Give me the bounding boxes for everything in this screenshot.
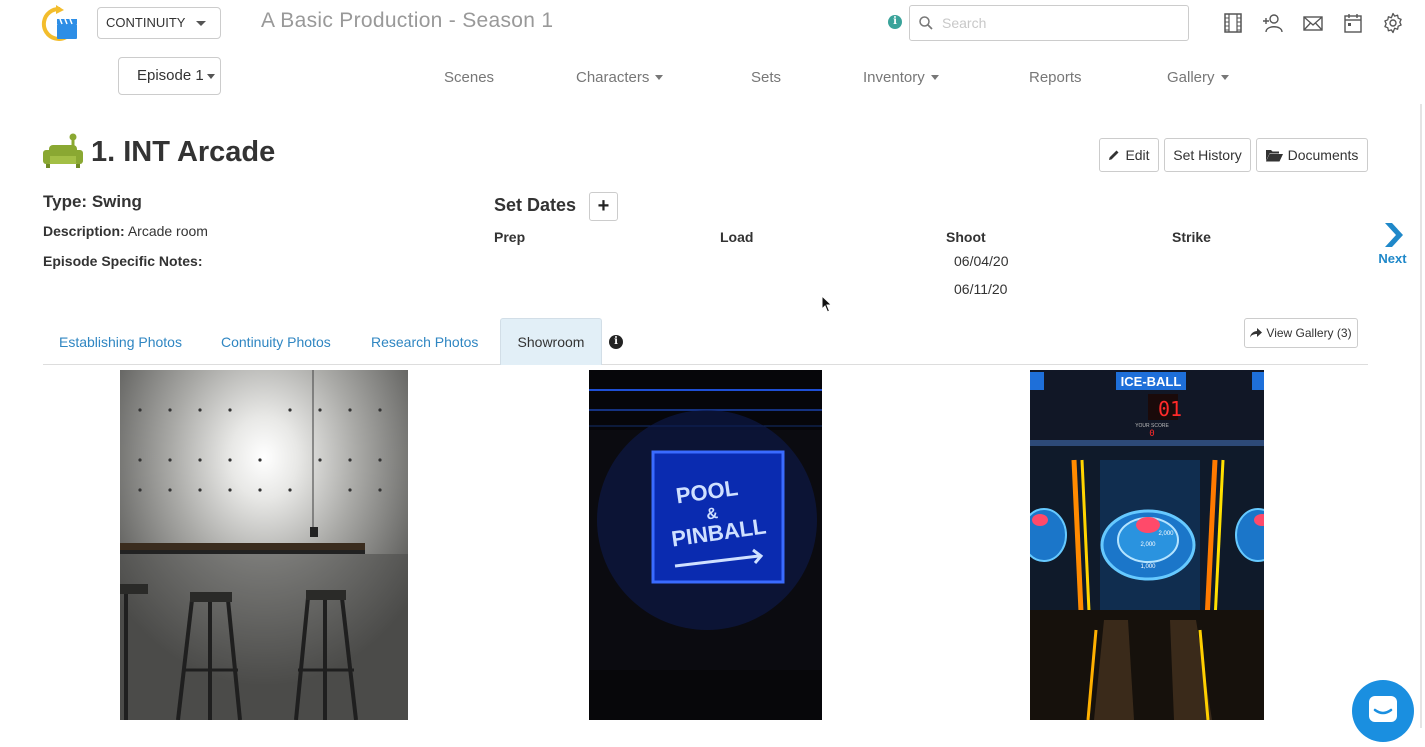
chevron-down-icon: [655, 75, 664, 80]
ring-label: 1,000: [1140, 564, 1156, 570]
tab-research-photos[interactable]: Research Photos: [371, 334, 478, 350]
search-box[interactable]: [909, 5, 1189, 41]
search-input[interactable]: [940, 10, 1180, 36]
app-module-label: CONTINUITY: [106, 15, 186, 30]
set-history-label: Set History: [1173, 147, 1242, 163]
set-dates-heading: Set Dates: [494, 195, 577, 215]
info-icon[interactable]: i: [888, 15, 902, 29]
chevron-down-icon: [196, 21, 206, 26]
episode-notes-label: Episode Specific Notes:: [43, 253, 203, 269]
shoot-date: 06/11/20: [954, 281, 1008, 297]
type-value: Swing: [91, 192, 142, 211]
chevron-right-icon: [1385, 223, 1403, 247]
calendar-icon[interactable]: [1342, 12, 1364, 34]
production-title[interactable]: A Basic Production - Season 1: [261, 9, 553, 33]
chat-support-button[interactable]: [1352, 680, 1414, 742]
couch-icon: [43, 132, 83, 170]
nav-sets[interactable]: Sets: [751, 69, 781, 86]
ring-label: 2,000: [1140, 542, 1156, 548]
chevron-down-icon: [930, 75, 939, 80]
scrollbar[interactable]: [1420, 104, 1422, 728]
app-logo[interactable]: [40, 5, 80, 41]
share-arrow-icon: [1250, 328, 1263, 338]
view-gallery-button[interactable]: View Gallery (3): [1244, 318, 1358, 348]
mouse-cursor-icon: [821, 294, 833, 318]
chat-icon: [1369, 696, 1397, 722]
add-user-icon[interactable]: [1262, 12, 1284, 34]
info-icon[interactable]: i: [609, 335, 623, 349]
nav-gallery[interactable]: Gallery: [1167, 69, 1229, 86]
ice-ball-sign-text: ICE-BALL: [1121, 374, 1182, 389]
documents-label: Documents: [1287, 147, 1359, 163]
next-label: Next: [1378, 251, 1407, 266]
episode-select[interactable]: Episode 1: [118, 57, 221, 95]
mail-icon[interactable]: [1302, 12, 1324, 34]
type-label: Type:: [43, 192, 88, 211]
film-strip-icon[interactable]: [1222, 12, 1244, 34]
edit-button-label: Edit: [1125, 147, 1150, 163]
view-gallery-label: View Gallery (3): [1266, 326, 1352, 340]
nav-reports[interactable]: Reports: [1029, 69, 1082, 86]
description-label: Description:: [43, 223, 125, 239]
set-history-button[interactable]: Set History: [1164, 138, 1251, 172]
col-load: Load: [720, 229, 754, 245]
episode-select-label: Episode 1: [137, 67, 204, 84]
ice-ball-machine-photo[interactable]: ICE-BALL 01 YOUR SCORE 0 2,000 2,000 1,0…: [1030, 370, 1264, 720]
documents-button[interactable]: Documents: [1256, 138, 1368, 172]
pool-pinball-neon-photo[interactable]: POOL & PINBALL: [589, 370, 822, 720]
nav-inventory[interactable]: Inventory: [863, 69, 939, 86]
set-description: Description: Arcade room: [43, 223, 208, 239]
add-set-date-button[interactable]: +: [589, 192, 618, 221]
tab-showroom[interactable]: Showroom: [500, 318, 602, 365]
chevron-down-icon: [207, 74, 215, 79]
chevron-down-icon: [1220, 75, 1229, 80]
description-value: Arcade room: [127, 223, 208, 239]
shoot-date: 06/04/20: [954, 253, 1009, 269]
edit-button[interactable]: Edit: [1099, 138, 1159, 172]
tab-continuity-photos[interactable]: Continuity Photos: [221, 334, 331, 350]
tabs-divider: [43, 364, 1368, 365]
col-shoot: Shoot: [946, 229, 986, 245]
folder-open-icon: [1265, 149, 1283, 161]
next-set-button[interactable]: Next: [1377, 222, 1409, 266]
score-display: 01: [1158, 397, 1182, 421]
ring-label: 2,000: [1158, 531, 1174, 537]
set-type: Type: Swing: [43, 192, 142, 212]
col-prep: Prep: [494, 229, 526, 245]
nav-scenes[interactable]: Scenes: [444, 69, 494, 86]
arcade-bar-stools-photo[interactable]: [120, 370, 408, 720]
search-icon: [919, 16, 933, 30]
pencil-icon: [1109, 150, 1119, 160]
gear-icon[interactable]: [1382, 12, 1404, 34]
tab-establishing-photos[interactable]: Establishing Photos: [59, 334, 182, 350]
set-title: 1. INT Arcade: [91, 136, 276, 168]
col-strike: Strike: [1172, 229, 1211, 245]
score-small: 0: [1149, 429, 1154, 439]
app-module-select[interactable]: CONTINUITY: [97, 7, 221, 39]
nav-characters[interactable]: Characters: [576, 69, 664, 86]
